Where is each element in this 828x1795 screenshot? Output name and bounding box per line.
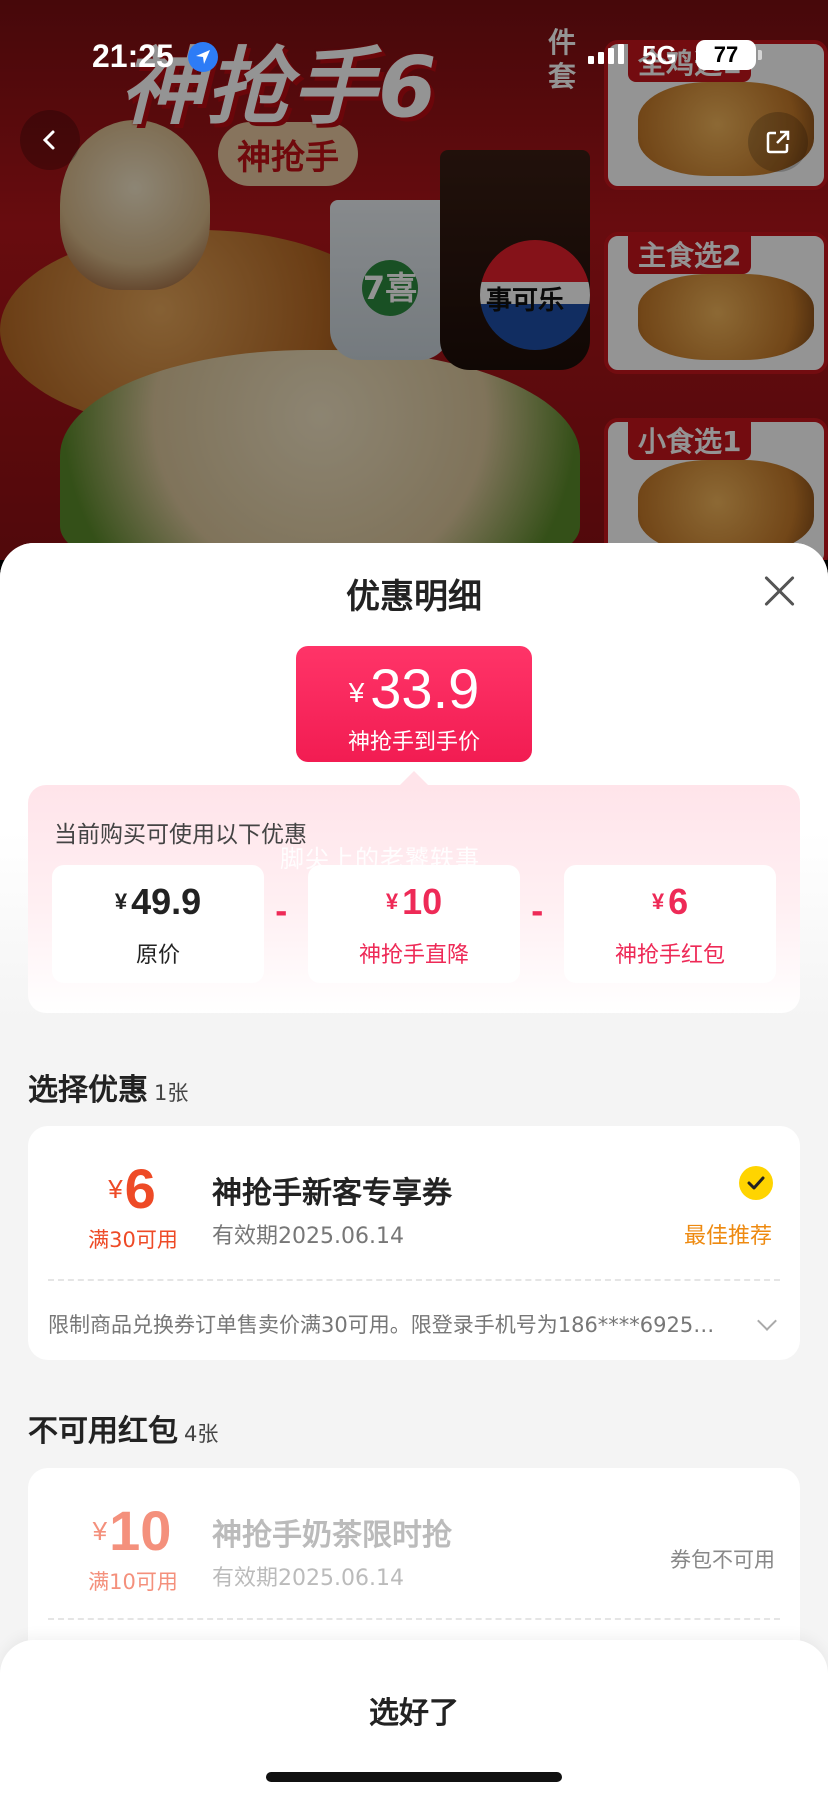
status-bar: 21:25 5G 77 (0, 0, 828, 110)
coupon-count: 4张 (184, 1422, 219, 1446)
coupon-expiry: 有效期2025.06.14 (212, 1224, 404, 1249)
chevron-left-icon (42, 130, 55, 150)
final-price-badge: ¥33.9 神抢手到手价 (296, 646, 532, 762)
breakdown-hint: 当前购买可使用以下优惠 (54, 822, 307, 848)
coupon-condition: 满30可用 (88, 1228, 178, 1252)
location-icon (188, 42, 218, 72)
coupon-name: 神抢手奶茶限时抢 (212, 1518, 452, 1553)
red-packet-cell: ¥6 神抢手红包 (564, 865, 776, 983)
dashed-divider (48, 1618, 780, 1620)
coupon-expiry: 有效期2025.06.14 (212, 1566, 404, 1591)
unavailable-status: 券包不可用 (670, 1548, 775, 1572)
minus-sign: - (531, 895, 544, 930)
price-breakdown: 当前购买可使用以下优惠 脚尖上的老饕轶事 ¥49.9 原价 - ¥10 神抢手直… (28, 771, 800, 1013)
dashed-divider (48, 1279, 780, 1281)
chevron-down-icon[interactable] (757, 1311, 777, 1331)
direct-discount-cell: ¥10 神抢手直降 (308, 865, 520, 983)
minus-sign: - (275, 895, 288, 930)
coupon-name: 神抢手新客专享券 (212, 1176, 452, 1211)
battery-icon: 77 (696, 40, 756, 70)
coupon-condition: 满10可用 (88, 1570, 178, 1594)
coupon-card-selected[interactable]: ¥6 满30可用 神抢手新客专享券 有效期2025.06.14 最佳推荐 限制商… (28, 1126, 800, 1360)
status-time: 21:25 (92, 38, 174, 74)
coupon-count: 1张 (154, 1081, 189, 1105)
final-price-amount: ¥33.9 (348, 657, 480, 720)
coupon-amount: ¥10 (92, 1499, 172, 1562)
battery-cap (758, 50, 762, 60)
discount-detail-sheet: 优惠明细 ¥33.9 神抢手到手价 当前购买可使用以下优惠 脚尖上的老饕轶事 ¥… (0, 543, 828, 1795)
close-icon[interactable] (762, 573, 798, 609)
select-discount-heading: 选择优惠 1张 (28, 1073, 189, 1108)
home-indicator (266, 1772, 562, 1782)
original-price-cell: ¥49.9 原价 (52, 865, 264, 983)
network-type: 5G (642, 40, 677, 70)
coupon-description: 限制商品兑换券订单售卖价满30可用。限登录手机号为186****6925的账号使… (48, 1313, 728, 1337)
coupon-amount: ¥6 (108, 1157, 156, 1220)
share-button[interactable] (748, 112, 808, 172)
signal-icon (588, 44, 624, 64)
confirm-button[interactable]: 选好了 (0, 1688, 828, 1732)
final-price-label: 神抢手到手价 (347, 730, 480, 755)
sheet-title: 优惠明细 (346, 577, 482, 617)
best-recommend-tag: 最佳推荐 (684, 1224, 773, 1249)
footer-bar: 选好了 (0, 1640, 828, 1795)
share-icon (766, 130, 790, 154)
check-icon[interactable] (739, 1166, 773, 1200)
back-button[interactable] (20, 110, 80, 170)
unavailable-heading: 不可用红包 4张 (28, 1414, 219, 1449)
